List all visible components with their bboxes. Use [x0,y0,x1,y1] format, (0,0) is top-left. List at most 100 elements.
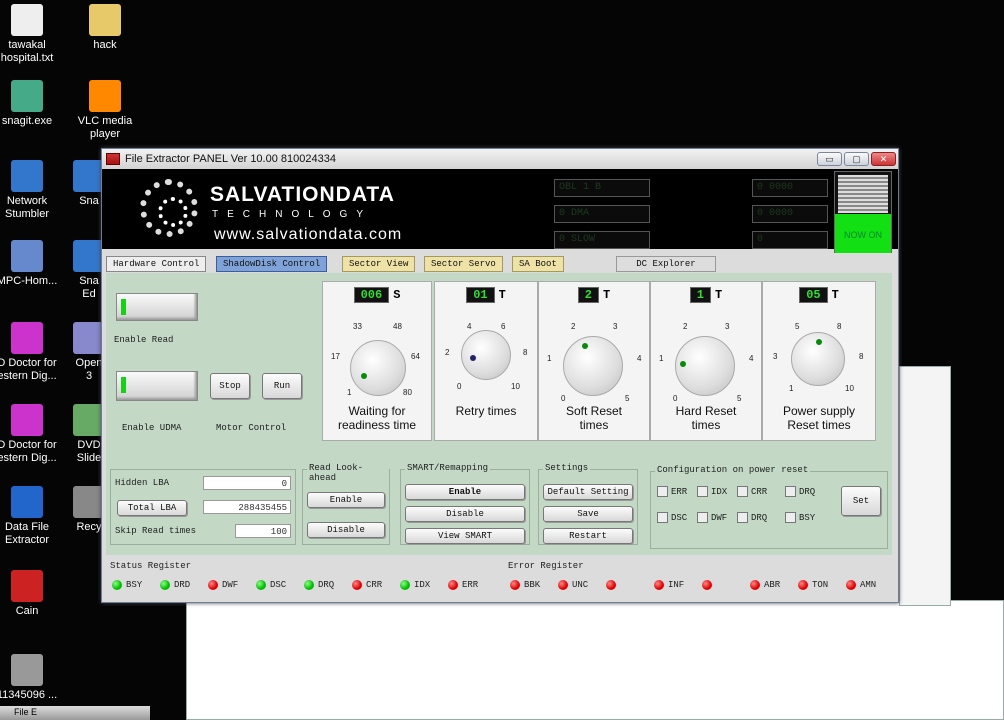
dial-tick: 64 [411,352,420,361]
status-led [448,580,458,590]
knob-indicator [816,339,822,345]
tab-sa-boot[interactable]: SA Boot [512,256,564,272]
view-smart-button[interactable]: View SMART [405,528,525,544]
status-led [208,580,218,590]
dial-tick: 8 [523,348,528,357]
checkbox-dsc[interactable]: DSC [657,512,687,523]
knob[interactable] [675,336,735,396]
desktop-icon-label: snagit.exe [1,115,53,127]
dial-title: Hard Reset times [675,404,737,432]
run-button[interactable]: Run [262,373,302,399]
tab-sector-view[interactable]: Sector View [342,256,416,272]
set-button[interactable]: Set [841,486,881,516]
tab-shadowdisk-control[interactable]: ShadowDisk Control [216,256,328,272]
desktop-icon-hack[interactable]: hack [66,4,144,52]
desktop-icon-label: VLC media player [77,115,133,140]
dial-title: Power supply Reset times [782,404,856,432]
default-setting-button[interactable]: Default Setting [543,484,633,500]
desktop-icon-tawakal[interactable]: tawakal hospital.txt [0,4,66,65]
knob-indicator [361,373,367,379]
dial-value: 006 [353,287,390,303]
maximize-button[interactable]: ▢ [844,152,869,166]
dial-hard-reset[interactable]: 1T 2 3 1 4 0 5 Hard Reset times [650,281,762,441]
checkbox-dwf[interactable]: DWF [697,512,727,523]
smart-enable-button[interactable]: Enable [405,484,525,500]
read-lookahead-group: Read Look-ahead Enable Disable [302,463,390,545]
dial-tick: 6 [501,322,506,331]
desktop-icon-image[interactable]: 11345096 ... [0,654,66,702]
tab-sector-servo[interactable]: Sector Servo [424,256,503,272]
config-group: Configuration on power reset ERR IDX CRR… [650,465,888,549]
taskbar-item[interactable]: File E [14,707,37,717]
network-icon [11,160,43,192]
app-icon [106,153,120,165]
checkbox-idx[interactable]: IDX [697,486,727,497]
desktop-icon-snagit[interactable]: snagit.exe [0,80,66,128]
checkbox-crr[interactable]: CRR [737,486,767,497]
dial-tick: 33 [353,322,362,331]
enable-read-switch[interactable] [116,293,198,321]
dial-unit: S [393,288,401,302]
dial-tick: 2 [571,322,576,331]
dial-waiting-readiness[interactable]: 006 S 33 48 17 64 1 80 Waiting for readin… [322,281,432,441]
dial-soft-reset[interactable]: 2T 2 3 1 4 0 5 Soft Reset times [538,281,650,441]
checkbox-bsy[interactable]: BSY [785,512,815,523]
knob[interactable] [461,330,511,380]
banner: SALVATIONDATA TECHNOLOGY www.salvationda… [102,169,898,257]
dial-tick: 5 [795,322,800,331]
led-label: BSY [126,580,143,590]
restart-button[interactable]: Restart [543,528,633,544]
status-led [558,580,568,590]
status-led [654,580,664,590]
lookahead-enable-button[interactable]: Enable [307,492,385,508]
dial-power-supply-reset[interactable]: 05 T 5 8 3 8 1 10 Power supply Reset time… [762,281,876,441]
brand-sub: TECHNOLOGY [212,209,373,220]
checkbox-label: DRQ [799,486,816,497]
dial-tick: 0 [561,394,566,403]
hidden-lba-field[interactable]: 0 [203,476,291,490]
desktop-icon-label: DVD Slide [76,439,102,464]
total-lba-button[interactable]: Total LBA [117,500,187,516]
tab-dc-explorer[interactable]: DC Explorer [616,256,716,272]
knob[interactable] [563,336,623,396]
lcd-display: 0 0000 [752,205,828,223]
title-bar[interactable]: File Extractor PANEL Ver 10.00 810024334… [102,149,898,169]
settings-group: Settings Default Setting Save Restart [538,463,638,545]
smart-disable-button[interactable]: Disable [405,506,525,522]
led-label: INF [668,580,685,590]
skip-read-field[interactable]: 100 [235,524,291,538]
folder-icon [89,4,121,36]
desktop-icon-vlc[interactable]: VLC media player [66,80,144,141]
dial-retry-times[interactable]: 01 T 4 6 2 8 0 10 Retry times [434,281,538,441]
status-led [510,580,520,590]
lookahead-disable-button[interactable]: Disable [307,522,385,538]
skip-read-label: Skip Read times [115,526,197,536]
close-button[interactable]: ✕ [871,152,896,166]
desktop-icon-label: Data File Extractor [4,521,50,546]
file-extractor-window: File Extractor PANEL Ver 10.00 810024334… [101,148,899,603]
dial-tick: 3 [725,322,730,331]
brand-name: SALVATIONDATA [210,183,395,206]
checkbox-drq-2[interactable]: DRQ [737,512,767,523]
knob[interactable] [791,332,845,386]
checkbox-label: BSY [799,512,816,523]
desktop-icon-cain[interactable]: Cain [0,570,66,618]
dial-title: Soft Reset times [565,404,623,432]
stop-button[interactable]: Stop [210,373,250,399]
desktop-icon-label: Open 3 [75,357,103,382]
enable-udma-switch[interactable] [116,371,198,401]
tab-hardware-control[interactable]: Hardware Control [106,256,207,272]
status-led [750,580,760,590]
status-led [846,580,856,590]
checkbox-err[interactable]: ERR [657,486,687,497]
dial-value: 2 [577,287,599,303]
knob[interactable] [350,340,406,396]
dial-unit: T [603,288,611,302]
save-button[interactable]: Save [543,506,633,522]
power-status-label: NOW ON [835,214,891,256]
dial-unit: T [831,288,839,302]
desktop-icon-label: D Doctor for estern Dig... [0,357,57,382]
total-lba-field[interactable]: 288435455 [203,500,291,514]
checkbox-drq[interactable]: DRQ [785,486,815,497]
minimize-button[interactable]: ▭ [817,152,842,166]
